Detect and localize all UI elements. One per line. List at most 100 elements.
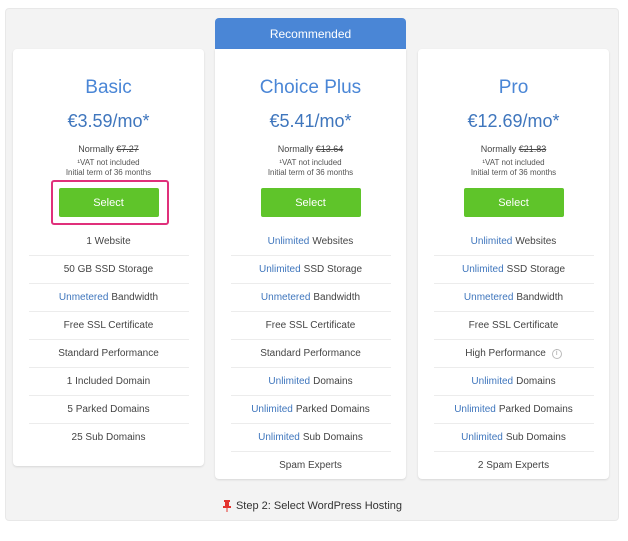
feature-text: Domains xyxy=(516,376,556,387)
feature-item: 1 Included Domain xyxy=(28,367,189,395)
feature-text: Bandwidth xyxy=(516,292,564,303)
feature-text: 5 Parked Domains xyxy=(67,404,150,415)
feature-text: Domains xyxy=(313,376,353,387)
feature-text: High Performance xyxy=(465,348,546,359)
feature-highlight: Unmetered xyxy=(58,292,109,303)
feature-list: 1 Website 50 GB SSD Storage Unmetered Ban… xyxy=(13,227,204,451)
feature-item: Unlimited Websites xyxy=(434,227,594,255)
feature-item: Unmetered Bandwidth xyxy=(230,283,391,311)
feature-item: Standard Performance xyxy=(230,339,391,367)
feature-text: Sub Domains xyxy=(302,432,363,443)
pushpin-icon xyxy=(222,500,232,512)
vat-note: ¹VAT not included xyxy=(77,158,140,167)
feature-item: 25 Sub Domains xyxy=(28,423,189,451)
feature-text: SSD Storage xyxy=(303,264,363,275)
feature-item: High Performance i xyxy=(433,339,594,367)
feature-highlight: Unlimited xyxy=(471,376,514,387)
feature-text: 2 Spam Experts xyxy=(477,460,550,471)
select-basic-button[interactable]: Select xyxy=(58,188,159,217)
feature-text: Standard Performance xyxy=(58,348,159,359)
feature-text: Parked Domains xyxy=(498,404,573,415)
feature-item: Unlimited Parked Domains xyxy=(230,395,391,423)
feature-highlight: Unmetered xyxy=(260,292,311,303)
feature-item: Unlimited Websites xyxy=(231,227,391,255)
feature-text: 50 GB SSD Storage xyxy=(63,264,154,275)
vat-note: ¹VAT not included xyxy=(279,158,342,167)
recommended-label: Recommended xyxy=(269,26,352,41)
select-choice-plus-button[interactable]: Select xyxy=(260,188,361,217)
feature-highlight: Unlimited xyxy=(258,264,301,275)
feature-item: Free SSL Certificate xyxy=(230,311,391,339)
feature-item: Unlimited Parked Domains xyxy=(433,395,594,423)
recommended-banner: Recommended xyxy=(215,18,406,49)
feature-text: Standard Performance xyxy=(260,348,361,359)
normal-price: Normally €7.27 xyxy=(78,144,139,155)
plan-card-pro: Pro €12.69/mo* Normally €21.83 ¹VAT not … xyxy=(418,49,609,479)
feature-text: Bandwidth xyxy=(111,292,159,303)
feature-item: Free SSL Certificate xyxy=(28,311,189,339)
feature-item: Unlimited Domains xyxy=(230,367,391,395)
feature-highlight: Unlimited xyxy=(267,235,310,247)
plan-card-choice-plus: Choice Plus €5.41/mo* Normally €13.64 ¹V… xyxy=(215,49,406,479)
feature-item: Unlimited SSD Storage xyxy=(230,255,391,283)
feature-text: 1 Website xyxy=(86,235,131,247)
feature-text: Bandwidth xyxy=(313,292,361,303)
feature-text: Sub Domains xyxy=(505,432,566,443)
plan-card-basic: Basic €3.59/mo* Normally €7.27 ¹VAT not … xyxy=(13,49,204,466)
feature-text: 25 Sub Domains xyxy=(71,432,146,443)
term-note: Initial term of 36 months xyxy=(65,168,152,177)
feature-highlight: Unlimited xyxy=(454,404,496,415)
feature-text: Websites xyxy=(312,235,354,247)
normal-price-label: Normally xyxy=(480,144,519,154)
plan-price: €5.41/mo* xyxy=(269,111,352,131)
feature-text: Free SSL Certificate xyxy=(63,320,154,331)
feature-item: Standard Performance xyxy=(28,339,189,367)
feature-highlight: Unlimited xyxy=(251,404,293,415)
feature-highlight: Unmetered xyxy=(463,292,514,303)
normal-price-label: Normally xyxy=(78,144,117,154)
caption-text: Step 2: Select WordPress Hosting xyxy=(235,500,403,512)
term-note: Initial term of 36 months xyxy=(267,168,354,177)
normal-price-value: €21.83 xyxy=(518,144,547,154)
plan-price: €3.59/mo* xyxy=(67,111,150,131)
plan-name: Basic xyxy=(85,77,132,98)
plan-price: €12.69/mo* xyxy=(467,111,560,131)
term-note: Initial term of 36 months xyxy=(470,168,557,177)
figure-caption: Step 2: Select WordPress Hosting xyxy=(5,496,619,516)
normal-price: Normally €13.64 xyxy=(278,144,344,155)
info-circle-icon[interactable]: i xyxy=(551,348,562,359)
feature-item: Unmetered Bandwidth xyxy=(28,283,189,311)
vat-note: ¹VAT not included xyxy=(482,158,545,167)
feature-highlight: Unlimited xyxy=(470,235,513,247)
feature-item: Free SSL Certificate xyxy=(433,311,594,339)
feature-item: Unlimited Sub Domains xyxy=(230,423,391,451)
feature-highlight: Unlimited xyxy=(461,264,504,275)
feature-highlight: Unlimited xyxy=(461,432,503,443)
plan-name: Choice Plus xyxy=(259,77,362,98)
select-pro-button[interactable]: Select xyxy=(463,188,564,217)
feature-list: Unlimited Websites Unlimited SSD Storage U… xyxy=(215,227,406,479)
feature-item: 2 Spam Experts xyxy=(433,451,594,479)
plan-name: Pro xyxy=(498,77,529,98)
normal-price-value: €7.27 xyxy=(116,144,139,154)
normal-price: Normally €21.83 xyxy=(481,144,547,155)
feature-text: Free SSL Certificate xyxy=(468,320,559,331)
feature-item: 5 Parked Domains xyxy=(28,395,189,423)
feature-highlight: Unlimited xyxy=(268,376,311,387)
feature-text: Parked Domains xyxy=(295,404,370,415)
feature-text: SSD Storage xyxy=(506,264,566,275)
feature-item: Unlimited SSD Storage xyxy=(433,255,594,283)
normal-price-label: Normally xyxy=(277,144,316,154)
feature-text: Spam Experts xyxy=(279,460,342,471)
feature-item: Unmetered Bandwidth xyxy=(433,283,594,311)
feature-item: Unlimited Sub Domains xyxy=(433,423,594,451)
feature-item: Spam Experts xyxy=(230,451,391,479)
feature-item: 1 Website xyxy=(29,227,189,255)
feature-text: Free SSL Certificate xyxy=(265,320,356,331)
feature-text: 1 Included Domain xyxy=(66,376,151,387)
feature-item: 50 GB SSD Storage xyxy=(28,255,189,283)
feature-text: Websites xyxy=(515,235,557,247)
feature-item: Unlimited Domains xyxy=(433,367,594,395)
normal-price-value: €13.64 xyxy=(315,144,344,154)
feature-list: Unlimited Websites Unlimited SSD Storage U… xyxy=(418,227,609,479)
